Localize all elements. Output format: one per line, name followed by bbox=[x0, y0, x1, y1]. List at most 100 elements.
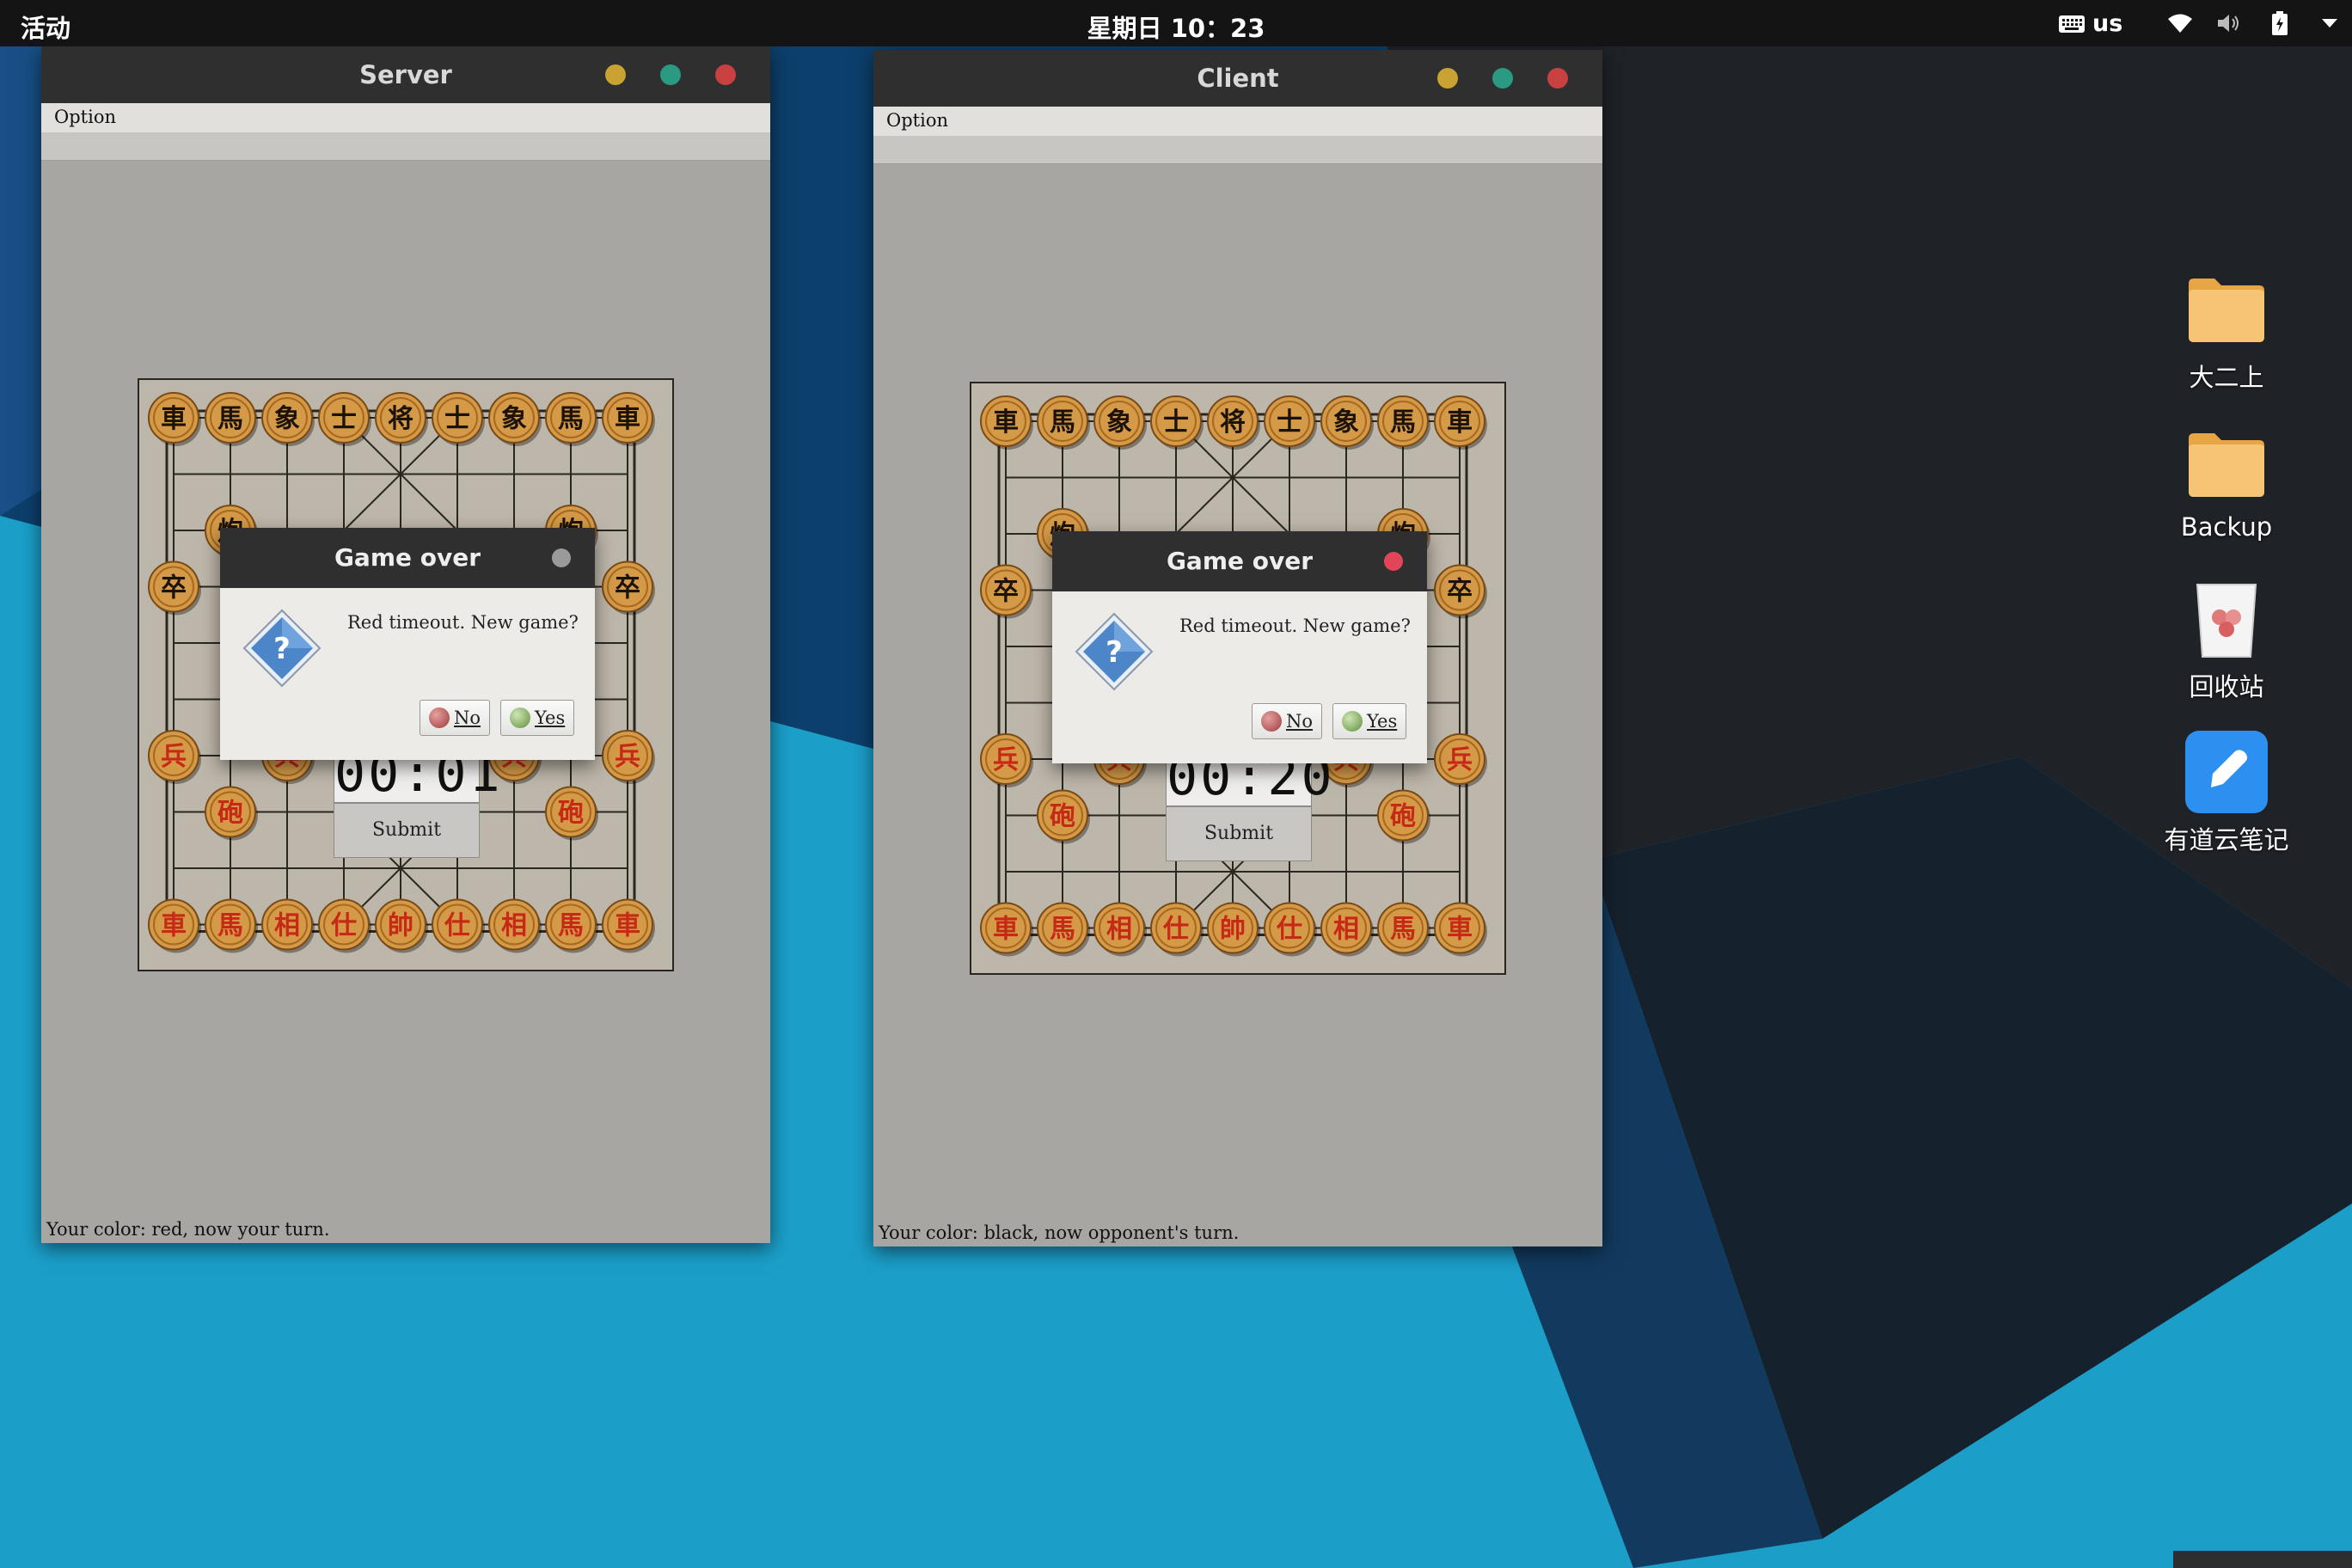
piece-label: 卒 bbox=[1447, 577, 1473, 607]
close-button[interactable] bbox=[715, 64, 736, 85]
no-button[interactable]: No bbox=[1252, 703, 1322, 739]
battery-icon[interactable] bbox=[2266, 10, 2294, 36]
no-button-label: No bbox=[1286, 711, 1314, 732]
piece-label: 仕 bbox=[444, 911, 470, 941]
piece-label: 車 bbox=[993, 915, 1019, 945]
note-app-icon bbox=[2185, 731, 2268, 813]
piece-label: 砲 bbox=[558, 799, 584, 829]
dialog-title-bar[interactable]: Game over bbox=[1052, 531, 1427, 591]
piece-label: 仕 bbox=[1162, 915, 1189, 945]
piece-label: 相 bbox=[274, 911, 300, 941]
toolbar-strip bbox=[873, 136, 1602, 164]
title-bar[interactable]: Server bbox=[41, 46, 770, 103]
menu-option[interactable]: Option bbox=[886, 110, 948, 131]
piece-label: 帥 bbox=[388, 911, 413, 941]
dialog-title-bar[interactable]: Game over bbox=[220, 528, 595, 588]
piece-label: 卒 bbox=[161, 573, 187, 603]
svg-text:?: ? bbox=[273, 632, 291, 666]
status-text: Your color: black, now opponent's turn. bbox=[879, 1222, 1240, 1243]
dialog-title: Game over bbox=[334, 543, 481, 572]
menu-bar: Option bbox=[41, 103, 770, 132]
piece-label: 仕 bbox=[1276, 915, 1302, 945]
activities-button[interactable]: 活动 bbox=[21, 9, 70, 45]
dialog-body: ? Red timeout. New game? No Yes bbox=[1052, 591, 1427, 763]
volume-icon[interactable] bbox=[2216, 10, 2244, 36]
no-button[interactable]: No bbox=[420, 700, 490, 736]
piece-label: 士 bbox=[331, 404, 357, 434]
red-ball-icon bbox=[429, 707, 450, 728]
question-icon: ? bbox=[1075, 612, 1154, 691]
piece-label: 士 bbox=[1163, 407, 1189, 438]
desktop-item-youdao-note[interactable]: 有道云笔记 bbox=[2141, 731, 2312, 856]
dialog-message: Red timeout. New game? bbox=[347, 612, 579, 633]
folder-icon bbox=[2189, 279, 2264, 342]
piece-label: 馬 bbox=[217, 404, 243, 434]
chevron-down-icon[interactable] bbox=[2316, 10, 2343, 36]
close-button[interactable] bbox=[1547, 68, 1568, 89]
maximize-button[interactable] bbox=[1492, 68, 1513, 89]
piece-label: 相 bbox=[1333, 915, 1359, 945]
toolbar-strip bbox=[41, 132, 770, 161]
clock[interactable]: 星期日 10：23 bbox=[1087, 14, 1265, 43]
wifi-icon[interactable] bbox=[2166, 10, 2194, 36]
window-title: Server bbox=[359, 60, 452, 89]
submit-button[interactable]: Submit bbox=[334, 803, 480, 858]
maximize-button[interactable] bbox=[660, 64, 681, 85]
piece-label: 士 bbox=[1277, 407, 1302, 438]
desktop-item-folder-dae[interactable]: 大二上 bbox=[2141, 268, 2312, 394]
folder-icon bbox=[2189, 433, 2264, 497]
keyboard-layout-label: us bbox=[2092, 10, 2123, 37]
dialog-close-button[interactable] bbox=[552, 548, 571, 567]
piece-label: 車 bbox=[615, 404, 640, 434]
piece-label: 象 bbox=[274, 404, 300, 434]
submit-button[interactable]: Submit bbox=[1166, 806, 1312, 861]
keyboard-icon bbox=[2059, 15, 2085, 33]
wallpaper-watermark bbox=[2173, 1551, 2352, 1568]
piece-label: 帥 bbox=[1220, 915, 1246, 945]
piece-label: 将 bbox=[388, 404, 413, 434]
piece-label: 士 bbox=[444, 404, 470, 434]
piece-label: 馬 bbox=[1050, 407, 1075, 438]
question-icon: ? bbox=[242, 609, 322, 688]
piece-label: 象 bbox=[501, 404, 527, 434]
green-ball-icon bbox=[1342, 711, 1363, 732]
piece-label: 馬 bbox=[1050, 915, 1075, 945]
piece-label: 象 bbox=[1333, 407, 1359, 438]
menu-option[interactable]: Option bbox=[54, 107, 116, 127]
game-over-dialog: Game over ? Red timeout. New game? No Ye… bbox=[220, 528, 595, 760]
piece-label: 仕 bbox=[330, 911, 357, 941]
desktop-item-label: 大二上 bbox=[2189, 363, 2264, 392]
piece-label: 兵 bbox=[1447, 745, 1473, 775]
trash-icon bbox=[2196, 584, 2257, 658]
piece-label: 兵 bbox=[615, 742, 640, 772]
desktop-item-label: Backup bbox=[2180, 512, 2273, 542]
piece-label: 卒 bbox=[615, 573, 640, 603]
piece-label: 馬 bbox=[1390, 407, 1416, 438]
piece-label: 象 bbox=[1106, 407, 1132, 438]
minimize-button[interactable] bbox=[1437, 68, 1458, 89]
system-tray[interactable] bbox=[2166, 10, 2343, 36]
keyboard-layout-indicator[interactable]: us bbox=[2058, 10, 2122, 37]
desktop-item-label: 回收站 bbox=[2189, 672, 2264, 701]
svg-text:?: ? bbox=[1106, 635, 1123, 670]
yes-button[interactable]: Yes bbox=[500, 700, 574, 736]
yes-button-label: Yes bbox=[1367, 711, 1398, 732]
game-over-dialog: Game over ? Red timeout. New game? No Ye… bbox=[1052, 531, 1427, 763]
piece-label: 砲 bbox=[1390, 802, 1416, 832]
piece-label: 砲 bbox=[217, 799, 243, 829]
piece-label: 車 bbox=[1447, 915, 1473, 945]
title-bar[interactable]: Client bbox=[873, 50, 1602, 107]
client-window: Client Option 車馬象士将士象馬車炮炮卒卒卒卒卒兵兵兵兵兵砲砲車馬相… bbox=[873, 50, 1602, 1246]
no-button-label: No bbox=[454, 707, 481, 728]
minimize-button[interactable] bbox=[605, 64, 626, 85]
piece-label: 相 bbox=[1106, 915, 1132, 945]
yes-button[interactable]: Yes bbox=[1332, 703, 1406, 739]
piece-label: 馬 bbox=[217, 911, 243, 941]
piece-label: 馬 bbox=[1390, 915, 1416, 945]
desktop-item-folder-backup[interactable]: Backup bbox=[2141, 423, 2312, 542]
piece-label: 将 bbox=[1220, 407, 1246, 438]
dialog-close-button[interactable] bbox=[1384, 552, 1403, 571]
yes-button-label: Yes bbox=[535, 707, 566, 728]
piece-label: 車 bbox=[1447, 407, 1473, 438]
desktop-item-trash[interactable]: 回收站 bbox=[2141, 578, 2312, 703]
